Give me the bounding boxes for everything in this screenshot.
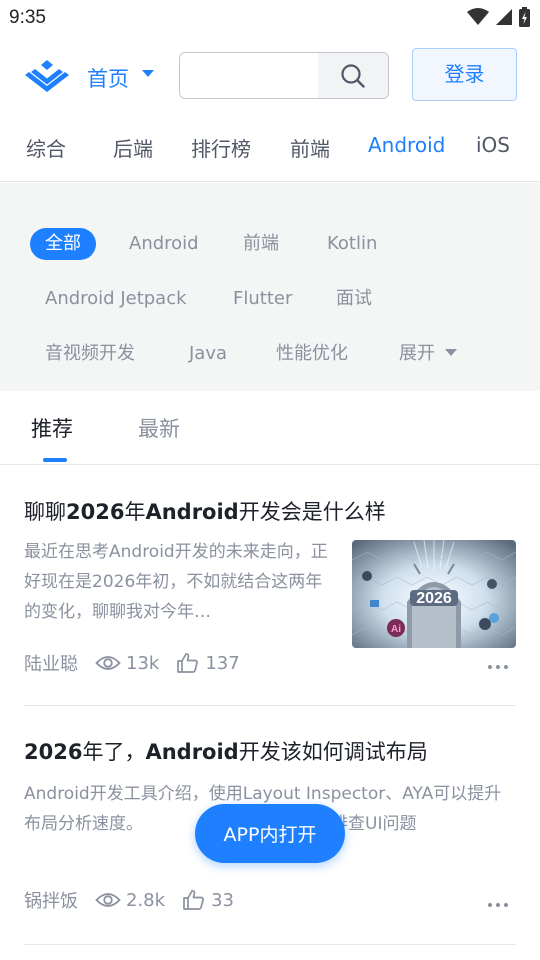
tab-comprehensive[interactable]: 综合: [26, 133, 66, 162]
search-icon: [341, 63, 365, 88]
wifi-icon: [467, 8, 489, 25]
article-thumbnail[interactable]: 2026 Ai: [352, 540, 516, 648]
search-input[interactable]: [179, 52, 389, 99]
tab-recommended[interactable]: 推荐: [31, 413, 73, 443]
eye-icon: [95, 893, 121, 907]
header: 首页 登录: [0, 36, 540, 114]
author-name[interactable]: 锅拌饭: [24, 887, 78, 913]
caret-down-icon: [445, 348, 457, 356]
tab-latest[interactable]: 最新: [138, 413, 180, 443]
thumbs-up-icon: [177, 653, 199, 673]
tab-ios[interactable]: iOS: [476, 133, 510, 157]
article-meta: 锅拌饭 2.8k 33: [24, 887, 234, 913]
thumbs-up-icon: [183, 890, 205, 910]
tag-performance[interactable]: 性能优化: [276, 338, 348, 370]
tag-filter-area: 全部 Android 前端 Kotlin Android Jetpack Flu…: [0, 183, 540, 391]
tag-flutter[interactable]: Flutter: [233, 283, 292, 315]
tab-ranking[interactable]: 排行榜: [191, 133, 251, 162]
thumbnail-badge: Ai: [391, 624, 401, 635]
tag-all[interactable]: 全部: [30, 228, 96, 260]
login-button[interactable]: 登录: [412, 48, 517, 101]
tag-android-jetpack[interactable]: Android Jetpack: [45, 283, 187, 315]
caret-down-icon[interactable]: [142, 70, 154, 77]
views-count: 2.8k: [95, 890, 165, 911]
more-options-icon[interactable]: [488, 903, 508, 907]
home-dropdown-label[interactable]: 首页: [87, 63, 129, 93]
expand-label: 展开: [399, 343, 435, 364]
tag-kotlin[interactable]: Kotlin: [327, 228, 377, 260]
tag-java[interactable]: Java: [189, 338, 227, 370]
more-options-icon[interactable]: [488, 665, 508, 669]
open-in-app-button[interactable]: APP内打开: [195, 804, 345, 863]
divider: [24, 705, 516, 706]
article-title[interactable]: 聊聊2026年Android开发会是什么样: [24, 497, 516, 527]
tag-interview[interactable]: 面试: [336, 283, 372, 315]
tag-frontend[interactable]: 前端: [243, 228, 279, 260]
tag-android[interactable]: Android: [129, 228, 199, 260]
category-tabs: 综合 后端 排行榜 前端 Android iOS: [0, 114, 540, 182]
thumbnail-caption: 2026: [416, 590, 452, 607]
eye-icon: [95, 656, 121, 670]
expand-tags-button[interactable]: 展开: [399, 338, 457, 370]
battery-icon: [519, 7, 530, 27]
article-card[interactable]: 聊聊2026年Android开发会是什么样 最近在思考Android开发的未来走…: [24, 497, 516, 697]
signal-icon: [496, 9, 512, 25]
tab-frontend[interactable]: 前端: [290, 133, 330, 162]
article-excerpt: 最近在思考Android开发的未来走向，正好现在是2026年初，不如就结合这两年…: [24, 542, 328, 622]
author-name[interactable]: 陆业聪: [24, 650, 78, 676]
tab-android[interactable]: Android: [368, 133, 445, 157]
feed-tabs: 推荐 最新: [0, 391, 540, 465]
tab-backend[interactable]: 后端: [113, 133, 153, 162]
article-title[interactable]: 2026年了，Android开发该如何调试布局: [24, 737, 516, 767]
juejin-logo-icon[interactable]: [24, 58, 70, 94]
search-field[interactable]: [190, 61, 315, 89]
article-meta: 陆业聪 13k 137: [24, 650, 240, 676]
status-icons: [467, 7, 530, 27]
likes-count[interactable]: 33: [182, 888, 234, 912]
likes-count[interactable]: 137: [176, 651, 240, 675]
active-tab-indicator: [43, 458, 67, 462]
search-button[interactable]: [318, 53, 388, 98]
status-time: 9:35: [9, 7, 46, 28]
views-count: 13k: [95, 653, 159, 674]
divider: [24, 944, 516, 945]
tag-audio-video[interactable]: 音视频开发: [45, 338, 135, 370]
status-bar: 9:35: [0, 0, 540, 36]
